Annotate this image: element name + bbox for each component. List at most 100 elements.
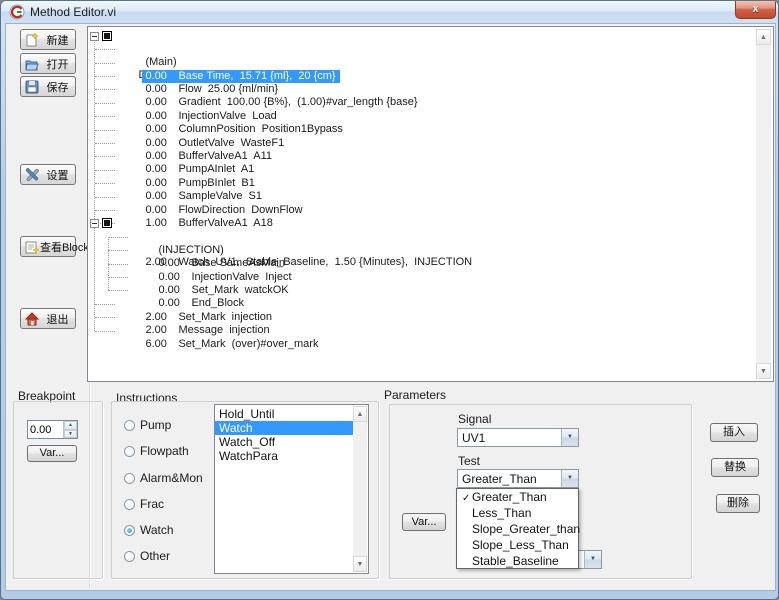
tree-row[interactable]: 0.00BufferValveA1 A11	[118, 137, 276, 150]
method-node-icon	[102, 31, 112, 41]
test-value: Greater_Than	[462, 472, 537, 486]
tree-row-text: Set_Mark (over)#over_mark	[178, 338, 318, 350]
tree-row[interactable]: 0.00Flow 25.00 {ml/min}	[118, 70, 282, 83]
tree-row[interactable]: 0.00OutletValve WasteF1	[118, 124, 288, 137]
tree-row[interactable]: (INJECTION)	[131, 231, 228, 244]
tree-row[interactable]: 0.00InjectionValve Load	[118, 97, 281, 110]
new-button[interactable]: 新建	[20, 29, 76, 50]
menu-item-label: Greater_Than	[472, 490, 547, 504]
radio-label: Other	[140, 549, 170, 563]
radio-label: Frac	[140, 497, 164, 511]
radio-icon	[124, 473, 135, 484]
radio-frac[interactable]: Frac	[124, 497, 164, 511]
tree-row[interactable]: 0.00Gradient 100.00 {B%}, (1.00)#var_len…	[118, 83, 422, 96]
parameters-label: Parameters	[384, 388, 446, 402]
menu-item-label: Slope_Greater_than	[472, 522, 580, 536]
tree-row[interactable]: 0.00FlowDirection DownFlow	[118, 191, 307, 204]
tree-row[interactable]: 0.00Base SameAsMain	[131, 244, 289, 257]
radio-label: Flowpath	[140, 444, 189, 458]
replace-button[interactable]: 替换	[711, 458, 759, 477]
radio-other[interactable]: Other	[124, 549, 170, 563]
listbox-scrollbar[interactable]: ▲ ▼	[353, 406, 367, 572]
signal-value: UV1	[462, 431, 485, 445]
signal-label: Signal	[458, 412, 491, 426]
spin-up-icon[interactable]: ▲	[64, 421, 77, 430]
menu-item-checked[interactable]: ✓Greater_Than	[457, 489, 578, 505]
radio-icon	[124, 499, 135, 510]
test-dropdown-menu: ✓Greater_Than Less_Than Slope_Greater_th…	[456, 488, 579, 569]
insert-button[interactable]: 插入	[710, 423, 758, 442]
chevron-down-icon[interactable]: ▼	[561, 429, 578, 446]
collapse-minus-icon[interactable]	[90, 32, 99, 41]
collapse-minus-icon[interactable]	[90, 219, 99, 228]
view-block-button-label: 查看Block	[40, 239, 89, 255]
tree-row-root[interactable]: D:\AutoPrep\Method\test.Met	[90, 30, 280, 43]
tree-row-selected[interactable]: 0.00Base Time, 15.71 {ml}, 20 {cm}	[118, 57, 340, 70]
list-item[interactable]: Watch_Off	[215, 435, 353, 449]
settings-button[interactable]: 设置	[20, 164, 76, 185]
delete-button[interactable]: 删除	[716, 494, 760, 513]
test-combobox[interactable]: Greater_Than ▼	[457, 469, 579, 488]
title-bar: Method Editor.vi x	[1, 1, 778, 23]
new-button-label: 新建	[40, 32, 75, 48]
tools-icon	[24, 167, 40, 183]
menu-item[interactable]: Less_Than	[457, 505, 578, 521]
radio-pump[interactable]: Pump	[124, 418, 171, 432]
signal-combobox[interactable]: UV1 ▼	[457, 428, 579, 447]
radio-flowpath[interactable]: Flowpath	[124, 444, 189, 458]
tree-row[interactable]: 1.00BufferValveA1 A18	[118, 204, 277, 217]
menu-item-label: Slope_Less_Than	[472, 538, 569, 552]
save-button[interactable]: 保存	[20, 76, 76, 97]
tree-row[interactable]: 0.00PumpBInlet B1	[118, 164, 259, 177]
radio-watch[interactable]: Watch	[124, 523, 174, 537]
instruction-listbox: Hold_Until Watch Watch_Off WatchPara ▲ ▼	[214, 404, 369, 574]
radio-label: Watch	[140, 523, 174, 537]
chevron-down-icon[interactable]: ▼	[561, 470, 578, 487]
scroll-down-icon[interactable]: ▼	[756, 363, 771, 379]
list-item[interactable]: WatchPara	[215, 449, 353, 463]
breakpoint-value-input[interactable]	[30, 422, 60, 437]
menu-item[interactable]: Stable_Baseline	[457, 553, 578, 569]
tree-row[interactable]: 0.00SampleValve S1	[118, 177, 266, 190]
tree-row[interactable]: 0.00ColumnPosition Position1Bypass	[118, 110, 347, 123]
tree-row-time: 6.00	[145, 338, 178, 351]
exit-button-label: 退出	[40, 311, 75, 327]
save-disk-icon	[24, 79, 40, 95]
scroll-down-icon[interactable]: ▼	[353, 556, 367, 572]
tree-scrollbar[interactable]: ▲ ▼	[756, 29, 771, 379]
spin-down-icon[interactable]: ▼	[64, 430, 77, 439]
close-button[interactable]: x	[735, 1, 776, 19]
radio-selected-icon	[124, 525, 135, 536]
tree-row[interactable]: 2.00Message injection	[118, 311, 274, 324]
radio-alarm-mon[interactable]: Alarm&Mon	[124, 471, 203, 485]
breakpoint-var-button[interactable]: Var...	[27, 445, 77, 462]
tree-row[interactable]: 0.00End_Block	[131, 284, 248, 297]
menu-item[interactable]: Slope_Less_Than	[457, 537, 578, 553]
radio-icon	[124, 420, 135, 431]
tree-row[interactable]: 2.00Set_Mark injection	[118, 298, 276, 311]
menu-item-label: Stable_Baseline	[472, 554, 559, 568]
parameters-var-button[interactable]: Var...	[402, 513, 446, 531]
block-node-icon	[102, 218, 112, 228]
tree-row[interactable]: 6.00Set_Mark (over)#over_mark	[118, 325, 322, 338]
tree-row[interactable]: (Main)	[118, 43, 181, 56]
view-block-button[interactable]: 查看Block	[20, 236, 76, 257]
menu-item-label: Less_Than	[472, 506, 531, 520]
chevron-down-icon[interactable]: ▼	[584, 551, 601, 568]
open-button[interactable]: 打开	[20, 53, 76, 74]
tree-row[interactable]: 0.00PumpAInlet A1	[118, 150, 258, 163]
scroll-up-icon[interactable]: ▲	[756, 29, 771, 45]
list-item[interactable]: Hold_Until	[215, 407, 353, 421]
method-editor-window: Method Editor.vi x 新建 打开 保存 设置	[0, 0, 779, 600]
tree-row[interactable]: 0.00Set_Mark watckOK	[131, 271, 293, 284]
tree-row-watch-block[interactable]: 2.00Watch UV1, Stable_Baseline, 1.50 {Mi…	[118, 217, 476, 230]
menu-item[interactable]: Slope_Greater_than	[457, 521, 578, 537]
list-item-selected[interactable]: Watch	[215, 421, 353, 435]
radio-icon	[124, 446, 135, 457]
exit-button[interactable]: 退出	[20, 308, 76, 329]
scroll-up-icon[interactable]: ▲	[353, 406, 367, 422]
method-tree: D:\AutoPrep\Method\test.Met (Main) 0.00B…	[87, 26, 774, 382]
open-folder-icon	[24, 56, 40, 72]
view-block-icon	[24, 239, 40, 255]
tree-row[interactable]: 0.00InjectionValve Inject	[131, 258, 296, 271]
